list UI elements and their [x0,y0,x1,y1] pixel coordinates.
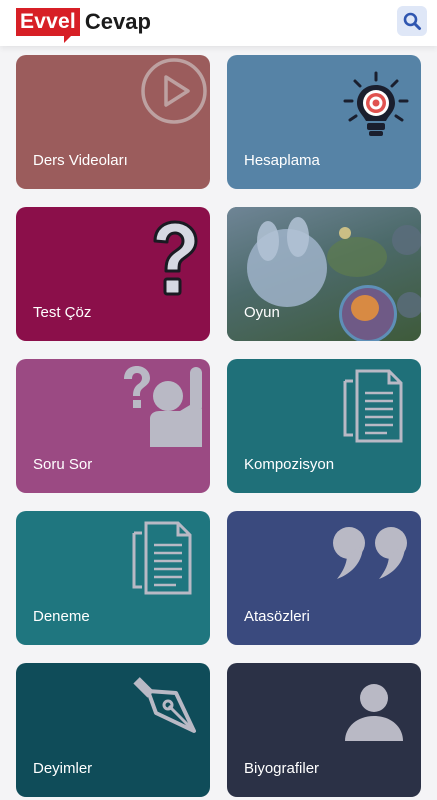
card-oyun[interactable]: Oyun [227,207,421,341]
card-label: Oyun [244,304,280,321]
logo-evvel: Evvel [16,8,80,43]
menu-grid: Ders Videoları Hesaplama Test Çöz Oyun S… [16,55,421,797]
card-soru-sor[interactable]: Soru Sor [16,359,210,493]
search-button[interactable] [397,6,427,36]
card-label: Atasözleri [244,608,310,625]
card-label: Hesaplama [244,152,320,169]
card-biyografiler[interactable]: Biyografiler [227,663,421,797]
card-hesaplama[interactable]: Hesaplama [227,55,421,189]
card-label: Deneme [33,608,90,625]
card-label: Ders Videoları [33,152,128,169]
card-label: Biyografiler [244,760,320,777]
card-deyimler[interactable]: Deyimler [16,663,210,797]
question-mark-icon [153,220,198,296]
play-circle-icon [141,58,207,124]
raise-hand-question-icon [124,366,202,447]
card-deneme[interactable]: Deneme [16,511,210,645]
card-test-coz[interactable]: Test Çöz [16,207,210,341]
card-label: Deyimler [33,760,93,777]
card-ders-videolari[interactable]: Ders Videoları [16,55,210,189]
app-logo[interactable]: Evvel Cevap [16,6,151,43]
logo-cevap: Cevap [84,9,151,34]
documents-icon [343,369,403,443]
card-kompozisyon[interactable]: Kompozisyon [227,359,421,493]
card-label: Test Çöz [33,304,92,321]
quote-icon [333,527,407,579]
card-label: Kompozisyon [244,456,335,473]
card-label: Soru Sor [33,456,93,473]
lightbulb-target-icon [343,71,409,136]
documents-icon [132,521,192,595]
fountain-pen-icon [133,677,196,733]
app-header: Evvel Cevap [0,0,437,46]
card-atasozleri[interactable]: Atasözleri [227,511,421,645]
person-icon [345,684,403,741]
search-icon [403,12,421,30]
